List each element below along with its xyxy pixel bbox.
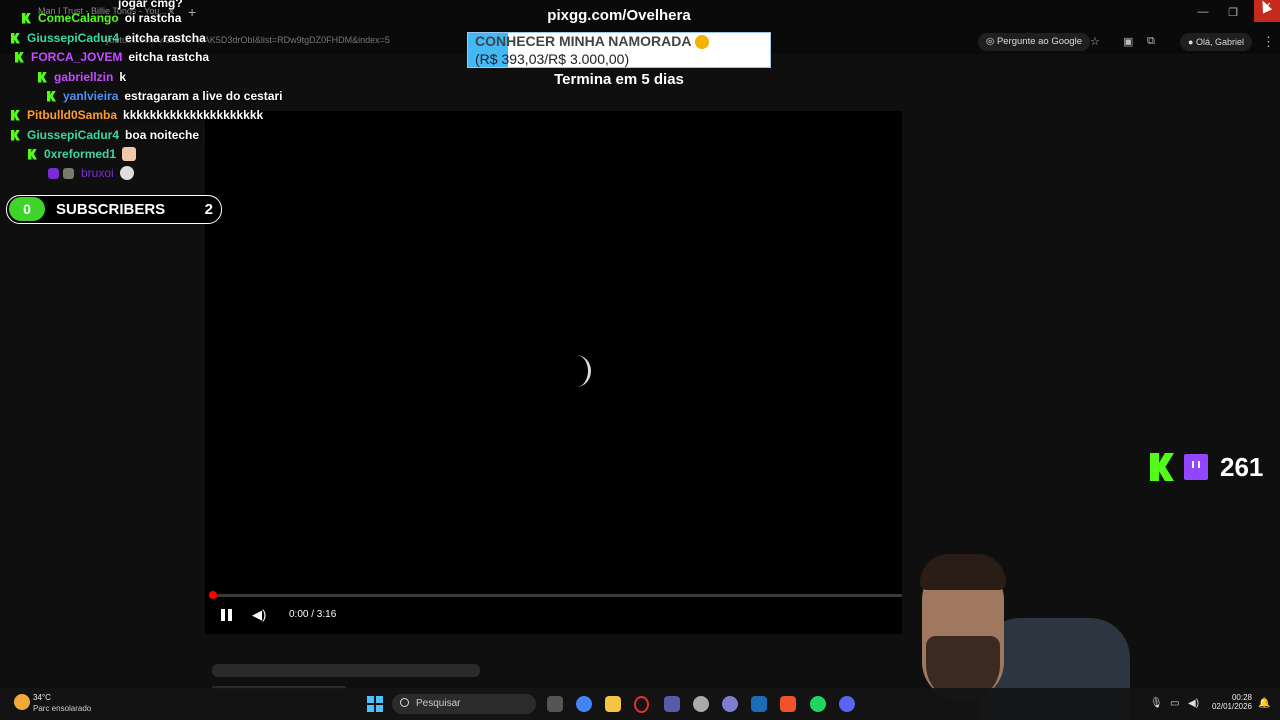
extensions-icon[interactable]: ▣ bbox=[1123, 35, 1133, 48]
taskbar-search-placeholder: Pesquisar bbox=[416, 698, 461, 709]
video-time: 0:00 / 3:16 bbox=[289, 609, 337, 620]
puzzle-icon[interactable]: ⧉ bbox=[1147, 35, 1155, 48]
start-icon[interactable] bbox=[367, 696, 383, 712]
chat-message: gabriellzin k bbox=[38, 68, 126, 86]
chat-username: GiussepiCadur4 bbox=[27, 31, 120, 45]
chat-username: GiussepiCadur4 bbox=[27, 128, 120, 142]
search-icon bbox=[400, 698, 409, 707]
chat-message-text: eitcha rastcha bbox=[128, 50, 210, 64]
chat-message-text: k bbox=[119, 70, 127, 84]
loading-spinner-icon bbox=[562, 355, 591, 387]
kick-badge-icon bbox=[11, 109, 20, 121]
kiss-emoji-icon bbox=[694, 35, 709, 50]
streamer-hair bbox=[920, 554, 1006, 590]
kick-badge-icon bbox=[47, 90, 56, 102]
twitch-logo-icon bbox=[1184, 454, 1208, 480]
video-title-placeholder bbox=[212, 664, 480, 677]
taskbar-clock[interactable]: 00:28 02/01/2026 bbox=[1206, 693, 1252, 711]
kick-badge-icon bbox=[11, 129, 20, 141]
kick-badge-icon bbox=[28, 148, 37, 160]
subscribers-widget: 0 SUBSCRIBERS 2 bbox=[6, 195, 222, 224]
task-view-icon[interactable] bbox=[547, 696, 563, 712]
chat-message-text: oi rastcha bbox=[124, 11, 182, 25]
file-explorer-icon[interactable] bbox=[605, 696, 621, 712]
emote-icon bbox=[122, 147, 137, 161]
clock-time: 00:28 bbox=[1231, 693, 1252, 702]
chat-username: gabriellzin bbox=[54, 70, 114, 84]
goal-title: CONHECER MINHA NAMORADA bbox=[475, 33, 691, 49]
avatar: ● bbox=[1188, 37, 1194, 47]
chat-message: yanlvieira estragaram a live do cestari bbox=[47, 87, 282, 105]
obs-icon[interactable] bbox=[693, 696, 709, 712]
chat-message-text: boa noiteche bbox=[125, 128, 200, 142]
kick-badge-icon bbox=[15, 51, 24, 63]
sub-badge-icon bbox=[63, 167, 74, 179]
clock-date: 02/01/2026 bbox=[1211, 702, 1252, 711]
chat-username: yanlvieira bbox=[63, 89, 119, 103]
taskbar-search[interactable] bbox=[392, 694, 536, 714]
bookmark-star-icon[interactable]: ☆ bbox=[1090, 35, 1100, 48]
weather-icon[interactable] bbox=[14, 694, 30, 710]
twitch-badge-icon bbox=[48, 167, 59, 179]
discord-icon[interactable] bbox=[839, 696, 855, 712]
goal-title-row: CONHECER MINHA NAMORADA bbox=[475, 33, 709, 50]
goal-amount: (R$ 393,03/R$ 3.000,00) bbox=[475, 51, 630, 67]
donation-goal: CONHECER MINHA NAMORADA (R$ 393,03/R$ 3.… bbox=[467, 32, 771, 68]
chat-message-text: estragaram a live do cestari bbox=[124, 89, 283, 103]
chrome-icon[interactable] bbox=[576, 696, 592, 712]
notification-icon[interactable]: 🔔 bbox=[1258, 698, 1270, 709]
subscribers-left-count: 0 bbox=[9, 197, 45, 221]
network-icon[interactable]: ▭ bbox=[1170, 698, 1179, 709]
chat-message: GiussepiCadur4 eitcha rastcha bbox=[11, 29, 206, 47]
volume-tray-icon[interactable]: ◀) bbox=[1188, 698, 1199, 709]
chat-message-text: eitcha rastcha bbox=[125, 31, 206, 45]
subscribers-count: 2 bbox=[204, 201, 213, 218]
ask-google-label: Pergunte ao Google bbox=[996, 36, 1082, 47]
google-lens-icon: ◎ bbox=[986, 36, 995, 47]
chat-username: ComeCalango bbox=[38, 11, 119, 25]
chat-message: bruxoi bbox=[48, 164, 134, 182]
viewer-counter: 261 bbox=[1150, 451, 1263, 483]
viewer-count: 261 bbox=[1220, 451, 1264, 482]
chat-message: FORCA_JOVEM eitcha rastcha bbox=[15, 48, 209, 66]
weather-temperature[interactable]: 34°C bbox=[33, 693, 51, 702]
chat-message: GiussepiCadur4 boa noiteche bbox=[11, 126, 199, 144]
weather-description[interactable]: Parc ensolarado bbox=[33, 704, 91, 713]
microphone-icon[interactable]: 🎙 bbox=[1150, 698, 1163, 709]
brave-icon[interactable] bbox=[780, 696, 796, 712]
chat-username: FORCA_JOVEM bbox=[31, 50, 123, 64]
kick-badge-icon bbox=[38, 71, 47, 83]
opera-icon[interactable] bbox=[634, 696, 649, 713]
app-icon[interactable] bbox=[664, 696, 680, 712]
progress-scrubber[interactable] bbox=[209, 591, 217, 599]
skull-emote-icon bbox=[119, 166, 134, 180]
chat-message: ComeCalango oi rastcha bbox=[22, 9, 181, 27]
subscribers-label: SUBSCRIBERS bbox=[56, 201, 166, 218]
pause-button[interactable] bbox=[221, 609, 233, 621]
chat-username: Pitbulld0Samba bbox=[27, 108, 118, 122]
profile-label: Olá, Gabriel bbox=[1195, 37, 1244, 47]
profile-button[interactable]: ● Olá, Gabriel bbox=[1180, 33, 1252, 51]
browser-menu-icon[interactable]: ⋮ bbox=[1262, 34, 1275, 50]
app-icon[interactable] bbox=[722, 696, 738, 712]
kick-badge-icon bbox=[11, 32, 20, 44]
progress-bar[interactable] bbox=[209, 591, 902, 599]
video-player[interactable]: ◀) 0:00 / 3:16 bbox=[205, 111, 902, 634]
chat-message: 0xreformed1 bbox=[28, 145, 137, 163]
spotify-icon[interactable] bbox=[810, 696, 826, 712]
goal-ends-text: Termina em 5 dias bbox=[554, 71, 684, 88]
chat-message: Pitbulld0Samba kkkkkkkkkkkkkkkkkkkkk bbox=[11, 106, 263, 124]
ask-google-button[interactable]: ◎ Pergunte ao Google bbox=[978, 33, 1090, 51]
steam-icon[interactable] bbox=[751, 696, 767, 712]
chat-username: bruxoi bbox=[81, 166, 114, 180]
chat-username: 0xreformed1 bbox=[44, 147, 117, 161]
pix-url-title: pixgg.com/Ovelhera bbox=[547, 7, 691, 24]
chat-message-text: kkkkkkkkkkkkkkkkkkkkk bbox=[123, 108, 264, 122]
volume-icon[interactable]: ◀) bbox=[252, 607, 266, 623]
kick-badge-icon bbox=[22, 12, 31, 24]
kick-logo-icon bbox=[1150, 453, 1174, 481]
